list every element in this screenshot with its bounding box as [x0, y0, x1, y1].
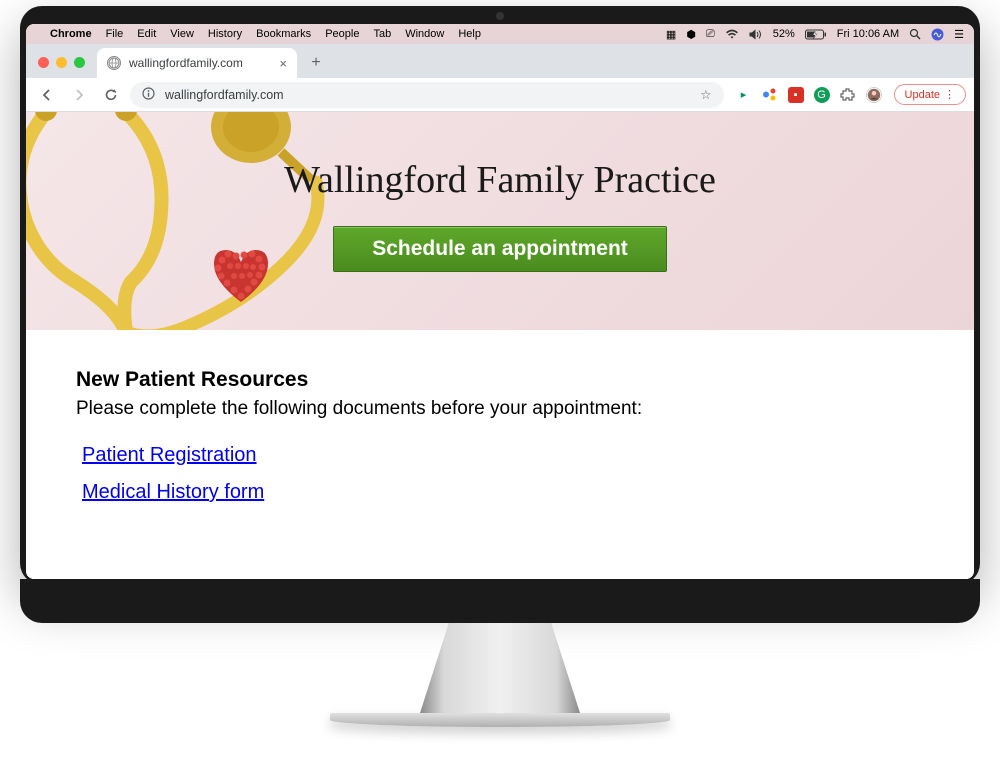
screen: Chrome File Edit View History Bookmarks …	[26, 24, 974, 579]
window-close-button[interactable]	[38, 57, 49, 68]
battery-percent[interactable]: 52%	[773, 28, 795, 40]
tab-close-icon[interactable]: ×	[279, 56, 287, 71]
menu-edit[interactable]: Edit	[137, 28, 156, 40]
control-center-icon[interactable]: ☰	[954, 28, 964, 41]
url-text: wallingfordfamily.com	[165, 88, 284, 102]
chrome-tabstrip: wallingfordfamily.com × +	[26, 44, 974, 78]
address-bar[interactable]: wallingfordfamily.com ☆	[130, 82, 724, 108]
update-button[interactable]: Update ⋮	[894, 84, 966, 105]
siri-icon[interactable]	[931, 28, 944, 41]
globe-icon	[107, 56, 121, 70]
resources-section: New Patient Resources Please complete th…	[26, 330, 974, 556]
extension-icon[interactable]: G	[814, 87, 830, 103]
menu-history[interactable]: History	[208, 28, 242, 40]
mac-menubar: Chrome File Edit View History Bookmarks …	[26, 24, 974, 44]
bookmark-star-icon[interactable]: ☆	[700, 87, 711, 102]
resources-heading: New Patient Resources	[76, 368, 924, 392]
menubar-app-icon[interactable]: ▦	[666, 28, 676, 41]
page-content: Wallingford Family Practice Schedule an …	[26, 112, 974, 579]
reload-button[interactable]	[98, 82, 124, 108]
patient-registration-link[interactable]: Patient Registration	[82, 444, 924, 467]
menubar-app-icon[interactable]: ⬢	[686, 28, 696, 41]
battery-icon[interactable]	[805, 29, 827, 40]
clock[interactable]: Fri 10:06 AM	[837, 28, 899, 40]
menu-view[interactable]: View	[170, 28, 194, 40]
menu-tab[interactable]: Tab	[373, 28, 391, 40]
monitor-stand-base	[330, 713, 670, 727]
profile-avatar-icon[interactable]	[866, 87, 882, 103]
extensions-menu-icon[interactable]	[840, 87, 856, 103]
mac-menu-right: ▦ ⬢ ⎚ 52% Fri 10:06 AM	[666, 28, 964, 41]
medical-history-link[interactable]: Medical History form	[82, 481, 924, 504]
monitor-stand-neck	[420, 623, 580, 713]
hero-banner: Wallingford Family Practice Schedule an …	[26, 112, 974, 330]
menu-bookmarks[interactable]: Bookmarks	[256, 28, 311, 40]
monitor-bezel: Chrome File Edit View History Bookmarks …	[20, 6, 980, 585]
schedule-appointment-button[interactable]: Schedule an appointment	[333, 226, 667, 272]
more-menu-icon: ⋮	[944, 88, 955, 101]
screen-mirror-icon[interactable]: ⎚	[706, 28, 715, 41]
update-label: Update	[905, 89, 940, 101]
extension-icon[interactable]: ▪	[788, 87, 804, 103]
stethoscope-icon	[26, 112, 326, 330]
menu-people[interactable]: People	[325, 28, 359, 40]
extension-icon[interactable]	[762, 87, 778, 103]
extension-icons: ▸ ▪ G	[730, 87, 888, 103]
menu-window[interactable]: Window	[405, 28, 444, 40]
chrome-toolbar: wallingfordfamily.com ☆ ▸ ▪ G	[26, 78, 974, 112]
window-maximize-button[interactable]	[74, 57, 85, 68]
spotlight-icon[interactable]	[909, 28, 921, 40]
volume-icon[interactable]	[749, 29, 763, 40]
new-tab-button[interactable]: +	[303, 50, 329, 76]
site-info-icon[interactable]	[142, 87, 155, 103]
tab-title: wallingfordfamily.com	[129, 56, 243, 70]
heart-icon	[206, 242, 276, 312]
wifi-icon[interactable]	[725, 29, 739, 40]
resources-intro: Please complete the following documents …	[76, 398, 924, 420]
imac-monitor: Chrome File Edit View History Bookmarks …	[20, 6, 980, 727]
menu-help[interactable]: Help	[458, 28, 481, 40]
app-menu[interactable]: Chrome	[50, 28, 92, 40]
mac-menu-left: Chrome File Edit View History Bookmarks …	[36, 28, 481, 40]
forward-button[interactable]	[66, 82, 92, 108]
browser-tab[interactable]: wallingfordfamily.com ×	[97, 48, 297, 78]
menu-file[interactable]: File	[106, 28, 124, 40]
window-minimize-button[interactable]	[56, 57, 67, 68]
monitor-chin	[20, 579, 980, 623]
back-button[interactable]	[34, 82, 60, 108]
page-title: Wallingford Family Practice	[284, 158, 716, 202]
extension-icon[interactable]: ▸	[736, 87, 752, 103]
camera-icon	[496, 12, 504, 20]
window-controls	[34, 57, 91, 78]
